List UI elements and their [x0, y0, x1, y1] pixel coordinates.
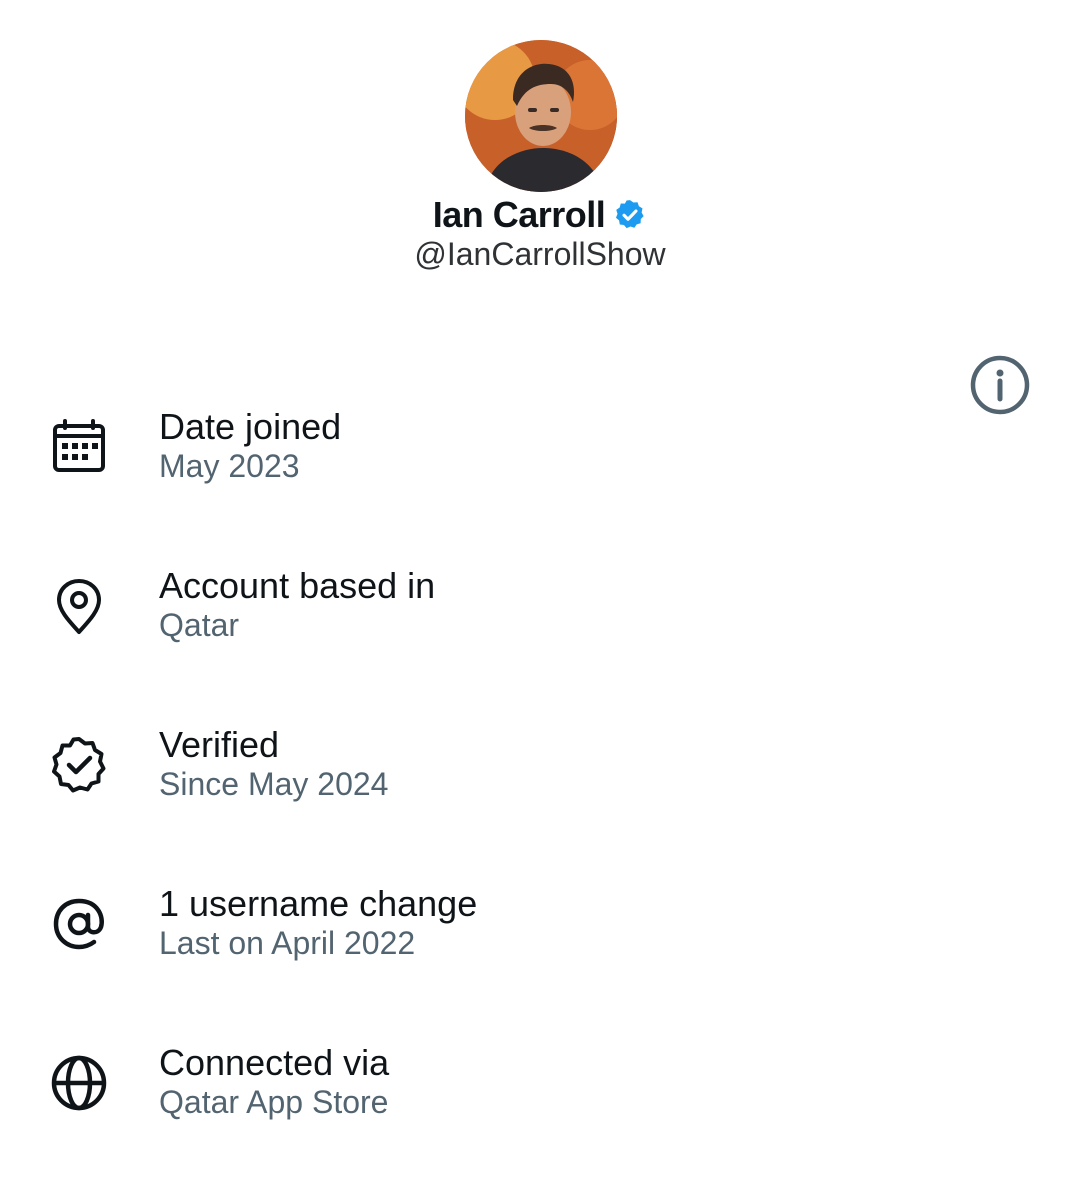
- info-title: Account based in: [159, 565, 436, 606]
- name-row: Ian Carroll: [0, 192, 1080, 238]
- info-subtitle: Qatar App Store: [159, 1084, 389, 1120]
- globe-icon: [48, 1052, 110, 1114]
- info-subtitle: Qatar: [159, 607, 240, 643]
- info-icon: [970, 355, 1030, 415]
- info-title: 1 username change: [159, 883, 478, 924]
- location-pin-icon: [48, 575, 110, 637]
- profile-header: Ian Carroll @IanCarrollShow: [0, 0, 1080, 300]
- info-row-connected-via: Connected via Qatar App Store: [0, 1016, 1080, 1175]
- avatar-photo: [465, 40, 617, 192]
- info-title: Verified: [159, 724, 280, 765]
- info-row-date-joined: Date joined May 2023: [0, 380, 1080, 539]
- account-info-list: Date joined May 2023 Account based in Qa…: [0, 380, 1080, 1175]
- at-sign-icon: [48, 893, 110, 955]
- info-title: Date joined: [159, 406, 342, 447]
- info-title: Connected via: [159, 1042, 390, 1083]
- display-name: Ian Carroll: [432, 194, 606, 235]
- info-row-account-location: Account based in Qatar: [0, 539, 1080, 698]
- verified-badge-icon[interactable]: [613, 198, 647, 232]
- calendar-icon: [48, 416, 110, 478]
- avatar[interactable]: [465, 40, 617, 192]
- info-subtitle: Since May 2024: [159, 766, 389, 802]
- info-subtitle: May 2023: [159, 448, 300, 484]
- info-row-username-changes: 1 username change Last on April 2022: [0, 857, 1080, 1016]
- verified-badge-outline-icon: [48, 734, 110, 796]
- username-handle: @IanCarrollShow: [414, 236, 666, 272]
- verified-info-button[interactable]: [968, 353, 1032, 417]
- info-subtitle: Last on April 2022: [159, 925, 416, 961]
- info-row-verified: Verified Since May 2024: [0, 698, 1080, 857]
